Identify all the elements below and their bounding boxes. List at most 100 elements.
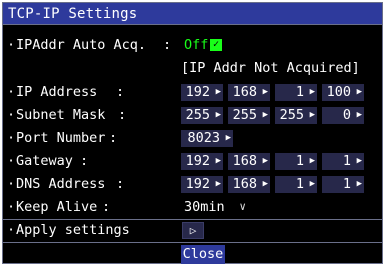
port-number-field[interactable]: 8023 ▶ <box>181 130 233 147</box>
row-gateway: ·Gateway : 192 ▶ 168 ▶ 1 ▶ 1 ▶ <box>3 151 382 172</box>
ip-address-octet-2[interactable]: 168 ▶ <box>228 84 270 101</box>
bullet-icon: · <box>7 37 16 53</box>
spin-arrow-icon: ▶ <box>262 110 268 120</box>
ipaddr-auto-acq-toggle[interactable]: Off ✓ <box>181 37 224 54</box>
play-icon: ▷ <box>189 224 197 237</box>
octet-value: 192 <box>185 176 210 192</box>
keep-alive-select[interactable]: 30min ∨ <box>181 199 250 216</box>
ip-address-label: IP Address <box>16 84 98 100</box>
checkmark-icon: ✓ <box>210 39 222 51</box>
gateway-octet-4[interactable]: 1 ▶ <box>322 153 364 170</box>
row-ip-status: [IP Addr Not Acquired] <box>3 58 382 79</box>
spin-arrow-icon: ▶ <box>215 110 221 120</box>
spin-arrow-icon: ▶ <box>309 110 315 120</box>
spin-arrow-icon: ▶ <box>262 87 268 97</box>
apply-settings-button[interactable]: ▷ <box>182 222 204 239</box>
spin-arrow-icon: ▶ <box>356 110 362 120</box>
bullet-icon: · <box>7 153 16 169</box>
gateway-octet-2[interactable]: 168 ▶ <box>228 153 270 170</box>
octet-value: 168 <box>232 176 257 192</box>
ip-address-octet-1[interactable]: 192 ▶ <box>181 84 223 101</box>
dns-address-octet-3[interactable]: 1 ▶ <box>275 176 317 193</box>
subnet-mask-octet-4[interactable]: 0 ▶ <box>322 107 364 124</box>
ip-address-octet-3[interactable]: 1 ▶ <box>275 84 317 101</box>
row-label: ·Keep Alive <box>7 197 97 218</box>
port-number-value: 8023 <box>187 130 220 146</box>
subnet-mask-octet-1[interactable]: 255 ▶ <box>181 107 223 124</box>
subnet-mask-octet-2[interactable]: 255 ▶ <box>228 107 270 124</box>
close-button[interactable]: Close <box>181 245 225 264</box>
row-apply-settings: ·Apply settings ▷ <box>3 220 382 241</box>
bullet-icon: · <box>7 222 16 238</box>
ip-status-text: [IP Addr Not Acquired] <box>181 60 360 76</box>
spin-arrow-icon: ▶ <box>309 87 315 97</box>
label-colon: : <box>116 84 125 100</box>
keep-alive-label: Keep Alive <box>16 199 98 215</box>
octet-value: 168 <box>232 84 257 100</box>
octet-value: 255 <box>279 107 304 123</box>
spin-arrow-icon: ▶ <box>356 179 362 189</box>
gateway-octet-1[interactable]: 192 ▶ <box>181 153 223 170</box>
row-ip-address: ·IP Address : 192 ▶ 168 ▶ 1 ▶ 100 ▶ <box>3 82 382 103</box>
row-label: ·DNS Address <box>7 174 105 195</box>
row-label: ·IPAddr Auto Acq. <box>7 35 146 56</box>
row-subnet-mask: ·Subnet Mask : 255 ▶ 255 ▶ 255 ▶ 0 ▶ <box>3 105 382 126</box>
tcpip-settings-dialog: TCP-IP Settings ·IPAddr Auto Acq. : Off … <box>2 2 383 264</box>
spin-arrow-icon: ▶ <box>356 156 362 166</box>
dialog-title: TCP-IP Settings <box>3 3 382 25</box>
octet-value: 100 <box>326 84 351 100</box>
octet-value: 168 <box>232 153 257 169</box>
spin-arrow-icon: ▶ <box>215 179 221 189</box>
bullet-icon: · <box>7 84 16 100</box>
spin-arrow-icon: ▶ <box>225 133 231 143</box>
row-label: ·Subnet Mask <box>7 105 105 126</box>
row-label: ·Apply settings <box>7 220 130 241</box>
row-label: ·Port Number <box>7 128 105 149</box>
label-colon: : <box>102 199 111 215</box>
spin-arrow-icon: ▶ <box>309 156 315 166</box>
gateway-label: Gateway <box>16 153 73 169</box>
dns-address-octet-1[interactable]: 192 ▶ <box>181 176 223 193</box>
octet-value: 192 <box>185 153 210 169</box>
row-ipaddr-auto-acq: ·IPAddr Auto Acq. : Off ✓ <box>3 35 382 56</box>
spin-arrow-icon: ▶ <box>356 87 362 97</box>
bullet-icon: · <box>7 130 16 146</box>
octet-value: 192 <box>185 84 210 100</box>
toggle-value: Off <box>184 37 209 53</box>
bullet-icon: · <box>7 199 16 215</box>
row-label: ·Gateway <box>7 151 73 172</box>
row-label: ·IP Address <box>7 82 97 103</box>
ipaddr-auto-acq-label: IPAddr Auto Acq. <box>16 37 147 53</box>
subnet-mask-octet-3[interactable]: 255 ▶ <box>275 107 317 124</box>
port-number-label: Port Number <box>16 130 106 146</box>
spin-arrow-icon: ▶ <box>262 156 268 166</box>
dns-address-octet-2[interactable]: 168 ▶ <box>228 176 270 193</box>
spin-arrow-icon: ▶ <box>215 156 221 166</box>
octet-value: 255 <box>185 107 210 123</box>
octet-value: 1 <box>342 153 351 169</box>
gateway-octet-3[interactable]: 1 ▶ <box>275 153 317 170</box>
bullet-icon: · <box>7 107 16 123</box>
ip-address-octet-4[interactable]: 100 ▶ <box>322 84 364 101</box>
label-colon: : <box>118 107 127 123</box>
subnet-mask-label: Subnet Mask <box>16 107 106 123</box>
divider <box>3 242 382 243</box>
spin-arrow-icon: ▶ <box>309 179 315 189</box>
row-keep-alive: ·Keep Alive : 30min ∨ <box>3 197 382 218</box>
dns-address-octet-4[interactable]: 1 ▶ <box>322 176 364 193</box>
octet-value: 1 <box>295 153 304 169</box>
keep-alive-value: 30min <box>184 199 225 215</box>
octet-value: 255 <box>232 107 257 123</box>
octet-value: 0 <box>342 107 351 123</box>
label-colon: : <box>163 37 172 53</box>
spin-arrow-icon: ▶ <box>215 87 221 97</box>
label-colon: : <box>116 176 125 192</box>
chevron-down-icon: ∨ <box>239 200 246 213</box>
dns-address-label: DNS Address <box>16 176 106 192</box>
row-port-number: ·Port Number : 8023 ▶ <box>3 128 382 149</box>
octet-value: 1 <box>295 176 304 192</box>
spin-arrow-icon: ▶ <box>262 179 268 189</box>
row-dns-address: ·DNS Address : 192 ▶ 168 ▶ 1 ▶ 1 ▶ <box>3 174 382 195</box>
apply-settings-label: Apply settings <box>16 222 130 238</box>
label-colon: : <box>80 153 89 169</box>
